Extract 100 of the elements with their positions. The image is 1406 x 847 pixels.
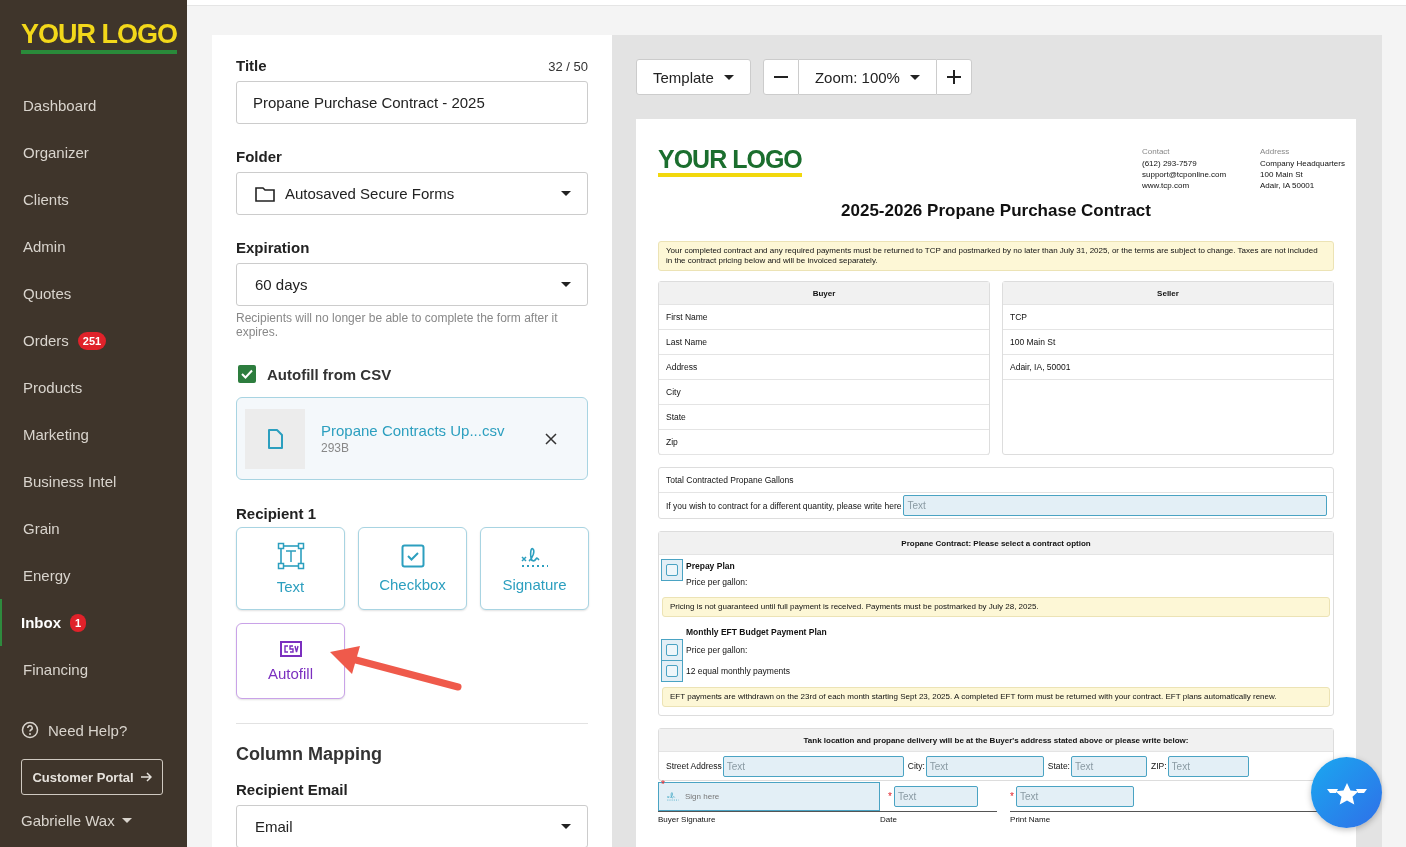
option-text: Price per gallon: — [686, 576, 748, 589]
option-text: Price per gallon: — [686, 643, 748, 657]
table-cell: State — [659, 405, 989, 430]
count-badge: 251 — [77, 331, 107, 350]
nav-item[interactable]: Clients — [0, 176, 187, 223]
text-input[interactable]: Text — [1016, 785, 1134, 807]
nav-item[interactable]: Inbox 1 — [0, 599, 187, 646]
notice-text: EFT payments are withdrawn on the 23rd of each month starting Sept 23, 2025. A completed EFT form must be returned with your contract. EFT plans automatically renew. — [662, 687, 1330, 707]
info-text: support@tcponline.com — [1142, 169, 1228, 180]
nav-item[interactable]: Orders 251 — [0, 317, 187, 364]
signature-line-label: Print Name — [1010, 815, 1052, 824]
checkbox-label: Autofill from CSV — [267, 365, 392, 383]
nav-item[interactable]: Dashboard — [0, 82, 187, 129]
section-heading: Column Mapping — [236, 744, 383, 765]
checkbox[interactable] — [238, 365, 256, 383]
minus-icon — [773, 76, 788, 78]
select-field[interactable]: 60 days — [236, 263, 588, 306]
table-header: Seller — [1003, 282, 1333, 305]
hint-text: Recipients will no longer be able to complete the form after it expires. — [236, 311, 559, 339]
text-input[interactable]: Text — [925, 755, 1044, 777]
table-cell: 100 Main St — [1003, 330, 1333, 355]
nav-item[interactable]: Business Intel — [0, 458, 187, 505]
zoom-out-button[interactable] — [762, 59, 799, 95]
notice-text: Your completed contract and any required payments must be returned to TCP and postmarked by no later than July 31, 2025, or the terms are subject to change. Taxes are not included in the contract pricing below and will be invoiced separately. — [658, 241, 1334, 271]
section-header: Propane Contract: Please select a contract option — [659, 532, 1333, 555]
info-text: Adair, IA 50001 — [1260, 180, 1316, 191]
checkbox[interactable] — [666, 664, 678, 677]
field-label: Title — [236, 57, 267, 74]
nav-item[interactable]: Admin — [0, 223, 187, 270]
signature-line-label: Date — [880, 815, 898, 824]
caret-icon — [121, 818, 132, 823]
nav-item[interactable]: Energy — [0, 552, 187, 599]
nav-item[interactable]: Marketing — [0, 411, 187, 458]
zoom-in-button[interactable] — [935, 59, 972, 95]
option-title: Monthly EFT Budget Payment Plan — [685, 626, 828, 639]
info-text: 100 Main St — [1260, 169, 1304, 180]
table-header: Buyer — [659, 282, 989, 305]
table-cell: Address — [659, 355, 989, 380]
table-cell: Adair, IA, 50001 — [1003, 355, 1333, 380]
caret-icon — [723, 74, 734, 80]
nav-item[interactable]: Grain — [0, 505, 187, 552]
text-field-icon — [276, 542, 305, 570]
select-field[interactable]: Autosaved Secure Forms — [236, 172, 588, 215]
field-label: Recipient Email — [236, 781, 348, 798]
text-input[interactable]: Text — [903, 495, 1327, 516]
help-link[interactable]: Need Help? — [48, 721, 128, 739]
title-input[interactable]: Propane Purchase Contract - 2025 — [236, 81, 588, 124]
field-label: Expiration — [236, 239, 310, 256]
help-icon — [21, 721, 39, 739]
plus-icon — [946, 70, 961, 84]
info-text: Company Headquarters — [1260, 158, 1346, 169]
select-field[interactable]: Email — [236, 805, 588, 847]
signature-field[interactable]: * Sign here — [658, 781, 880, 811]
folder-icon — [255, 185, 275, 202]
field-label: State: — [1047, 761, 1070, 771]
field-label: If you wish to contract for a different quantity, please write here — [666, 500, 902, 511]
signature-line-label: Buyer Signature — [658, 815, 717, 824]
table-cell: City — [659, 380, 989, 405]
text-input[interactable]: Text — [893, 785, 978, 807]
nav-item[interactable]: Organizer — [0, 129, 187, 176]
field-label: Folder — [236, 148, 282, 165]
file-size: 293B — [321, 441, 351, 455]
checkbox[interactable] — [666, 643, 678, 656]
checkbox[interactable] — [666, 564, 678, 576]
table-cell: Total Contracted Propane Gallons — [659, 468, 1333, 493]
option-text: 12 equal monthly payments — [686, 664, 790, 678]
logo: YOUR LOGO — [21, 18, 177, 54]
field-label: Recipient 1 — [236, 505, 317, 522]
count-badge: 1 — [70, 613, 87, 632]
text-input[interactable]: Text — [1071, 755, 1147, 777]
caret-icon — [909, 74, 920, 80]
table-cell: First Name — [659, 305, 989, 330]
nav-item[interactable]: Products — [0, 364, 187, 411]
customer-portal-button[interactable]: Customer Portal — [21, 759, 163, 795]
required-mark: * — [661, 779, 665, 790]
close-icon[interactable] — [545, 432, 557, 445]
checkbox-icon — [400, 544, 425, 568]
table-cell: TCP — [1003, 305, 1333, 330]
nav-item[interactable]: Quotes — [0, 270, 187, 317]
required-mark: * — [1010, 790, 1014, 802]
logo: YOUR LOGO — [658, 145, 802, 177]
user-menu[interactable]: Gabrielle Wax — [21, 812, 187, 829]
character-count: 32 / 50 — [548, 59, 588, 74]
section-header: Tank location and propane delivery will be at the Buyer's address stated above or please write below: — [659, 729, 1333, 752]
table-cell: Last Name — [659, 330, 989, 355]
zoom-dropdown[interactable]: Zoom: 100% — [798, 59, 936, 95]
info-text: www.tcp.com — [1142, 180, 1191, 191]
csv-file-icon — [279, 640, 302, 657]
field-label: City: — [907, 761, 925, 771]
arrow-icon — [139, 771, 152, 783]
field-type-button[interactable]: Autofill — [236, 623, 345, 699]
caret-icon — [561, 282, 571, 287]
info-label: Address — [1260, 147, 1291, 156]
document-title: 2025-2026 Propane Purchase Contract — [840, 201, 1152, 221]
text-input[interactable]: Text — [722, 755, 904, 777]
file-icon — [266, 428, 284, 449]
field-label: Street Address — [666, 761, 722, 771]
template-dropdown[interactable]: Template — [636, 59, 751, 95]
text-input[interactable]: Text — [1167, 755, 1249, 777]
nav-item[interactable]: Financing — [0, 646, 187, 693]
